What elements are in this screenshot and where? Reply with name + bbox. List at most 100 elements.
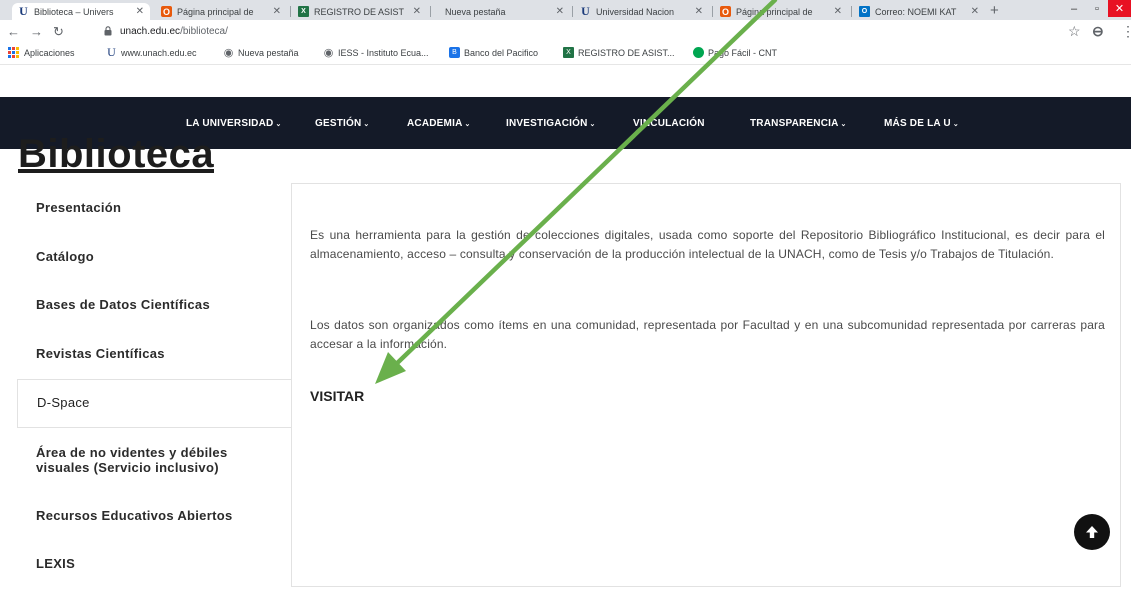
sidebar-item-no-videntes[interactable]: Área de no videntes y débiles visuales (… bbox=[17, 445, 292, 475]
sidebar-item-lexis[interactable]: LEXIS bbox=[17, 556, 292, 571]
chevron-down-icon: ⌄ bbox=[952, 121, 959, 128]
tab-title: Correo: NOEMI KAT bbox=[875, 6, 957, 17]
tab-registro-asistencia[interactable]: X REGISTRO DE ASIST ✕ bbox=[292, 3, 427, 20]
bookmark-star-icon[interactable]: ☆ bbox=[1068, 23, 1081, 40]
nav-transparencia[interactable]: TRANSPARENCIA ⌄ bbox=[750, 118, 847, 129]
sidebar-item-label: Presentación bbox=[36, 200, 122, 215]
apps-icon bbox=[8, 47, 19, 58]
chevron-down-icon: ⌄ bbox=[275, 121, 282, 128]
bookmark-registro[interactable]: X REGISTRO DE ASIST... bbox=[563, 47, 675, 58]
sidebar-item-label: Bases de Datos Científicas bbox=[36, 297, 210, 312]
close-icon[interactable]: ✕ bbox=[971, 6, 979, 17]
tab-separator bbox=[572, 6, 573, 17]
bookmark-banco-pacifico[interactable]: B Banco del Pacifico bbox=[449, 47, 538, 58]
sidebar-item-label: LEXIS bbox=[36, 556, 76, 571]
nav-investigacion[interactable]: INVESTIGACIÓN ⌄ bbox=[506, 118, 596, 129]
tab-separator bbox=[290, 6, 291, 17]
sidebar-item-recursos-educativos[interactable]: Recursos Educativos Abiertos bbox=[17, 508, 292, 523]
sidebar-item-dspace[interactable]: D-Space bbox=[17, 379, 292, 428]
cnt-icon bbox=[693, 47, 704, 58]
bookmark-label: Nueva pestaña bbox=[238, 47, 299, 58]
unach-u-icon: U bbox=[19, 4, 28, 18]
bookmark-label: IESS - Instituto Ecua... bbox=[338, 47, 429, 58]
tab-biblioteca[interactable]: U Biblioteca – Univers ✕ bbox=[12, 3, 150, 20]
sidebar-item-label: Revistas Científicas bbox=[36, 346, 165, 361]
tab-universidad-nacional[interactable]: U Universidad Nacion ✕ bbox=[574, 3, 709, 20]
tab-title: Página principal de bbox=[736, 6, 813, 17]
close-icon[interactable]: ✕ bbox=[556, 6, 564, 17]
new-tab-icon[interactable]: + bbox=[990, 2, 999, 19]
arrow-up-icon bbox=[1086, 526, 1098, 538]
back-arrow-icon[interactable]: ← bbox=[7, 24, 20, 39]
minimize-icon[interactable]: – bbox=[1063, 0, 1085, 17]
sidebar-item-label: D-Space bbox=[37, 395, 90, 410]
bookmark-label: REGISTRO DE ASIST... bbox=[578, 47, 675, 58]
browser-tab-strip: U Biblioteca – Univers ✕ O Página princi… bbox=[0, 0, 1131, 20]
reload-icon[interactable]: ↻ bbox=[53, 24, 64, 40]
bookmark-pago-facil[interactable]: Pago Fácil - CNT bbox=[693, 47, 777, 58]
bookmark-label: Banco del Pacifico bbox=[464, 47, 539, 58]
nav-gestion[interactable]: GESTIÓN ⌄ bbox=[315, 118, 369, 129]
close-icon[interactable]: ✕ bbox=[834, 6, 842, 17]
content-panel: Es una herramienta para la gestión de co… bbox=[291, 183, 1121, 587]
nav-label: VINCULACIÓN bbox=[633, 118, 705, 129]
nav-vinculacion[interactable]: VINCULACIÓN bbox=[633, 118, 705, 129]
bookmark-label: Aplicaciones bbox=[24, 47, 75, 58]
tab-nueva-pestana[interactable]: Nueva pestaña ✕ bbox=[435, 3, 570, 20]
tab-separator bbox=[712, 6, 713, 17]
forward-arrow-icon[interactable]: → bbox=[30, 24, 43, 39]
sidebar-item-label: Recursos Educativos Abiertos bbox=[36, 508, 233, 523]
bookmark-unach[interactable]: U www.unach.edu.ec bbox=[106, 45, 197, 59]
close-icon[interactable]: ✕ bbox=[413, 6, 421, 17]
excel-icon: X bbox=[563, 47, 574, 58]
sidebar-item-label: Catálogo bbox=[36, 249, 95, 264]
tab-pagina-principal-2[interactable]: O Página principal de ✕ bbox=[714, 3, 848, 20]
tab-pagina-principal[interactable]: O Página principal de ✕ bbox=[155, 3, 287, 20]
tab-correo[interactable]: O Correo: NOEMI KAT ✕ bbox=[853, 3, 985, 20]
nav-academia[interactable]: ACADEMIA ⌄ bbox=[407, 118, 471, 129]
unach-u-icon: U bbox=[107, 45, 116, 59]
tab-title: Biblioteca – Univers bbox=[34, 6, 114, 17]
bookmark-aplicaciones[interactable]: Aplicaciones bbox=[8, 47, 75, 58]
window-close-icon[interactable]: ✕ bbox=[1108, 0, 1131, 17]
chevron-down-icon: ⌄ bbox=[363, 121, 370, 128]
chevron-down-icon: ⌄ bbox=[840, 121, 847, 128]
nav-la-universidad[interactable]: LA UNIVERSIDAD ⌄ bbox=[186, 118, 282, 129]
chevron-down-icon: ⌄ bbox=[589, 121, 596, 128]
tab-title: REGISTRO DE ASIST bbox=[314, 6, 405, 17]
url-path: /biblioteca/ bbox=[180, 26, 228, 37]
sidebar-item-revistas[interactable]: Revistas Científicas bbox=[17, 346, 292, 361]
nav-label: MÁS DE LA U bbox=[884, 118, 951, 129]
bookmark-iess[interactable]: ◉ IESS - Instituto Ecua... bbox=[323, 47, 429, 59]
close-icon[interactable]: ✕ bbox=[695, 6, 703, 17]
maximize-icon[interactable]: ▫ bbox=[1086, 0, 1108, 17]
description-paragraph: Es una herramienta para la gestión de co… bbox=[310, 228, 1105, 261]
close-icon[interactable]: ✕ bbox=[273, 6, 281, 17]
office-icon: O bbox=[161, 6, 172, 17]
sidebar-item-label-line2: visuales (Servicio inclusivo) bbox=[36, 460, 219, 475]
lock-icon bbox=[104, 26, 112, 36]
tab-title: Nueva pestaña bbox=[445, 6, 506, 17]
nav-mas-de-la-u[interactable]: MÁS DE LA U ⌄ bbox=[884, 118, 959, 129]
sidebar-item-catalogo[interactable]: Catálogo bbox=[17, 249, 292, 264]
organization-paragraph: Los datos son organizados como ítems en … bbox=[310, 318, 1105, 351]
visitar-link[interactable]: VISITAR bbox=[310, 388, 364, 404]
bookmarks-bar: Aplicaciones U www.unach.edu.ec ◉ Nueva … bbox=[0, 44, 1131, 65]
close-icon[interactable]: ✕ bbox=[136, 6, 144, 17]
tab-title: Página principal de bbox=[177, 6, 254, 17]
sidebar-item-presentacion[interactable]: Presentación bbox=[17, 200, 292, 215]
excel-icon: X bbox=[298, 6, 309, 17]
profile-icon[interactable]: ⊖ bbox=[1092, 23, 1104, 40]
url-input[interactable]: unach.edu.ec/biblioteca/ bbox=[120, 26, 228, 37]
bookmark-nueva-pestana[interactable]: ◉ Nueva pestaña bbox=[223, 47, 299, 59]
bookmark-label: www.unach.edu.ec bbox=[121, 47, 197, 58]
sidebar-item-bases-de-datos[interactable]: Bases de Datos Científicas bbox=[17, 297, 292, 312]
globe-icon: ◉ bbox=[223, 47, 234, 59]
menu-icon[interactable]: ⋮ bbox=[1121, 23, 1131, 40]
bookmark-label: Pago Fácil - CNT bbox=[708, 47, 778, 58]
tab-separator bbox=[851, 6, 852, 17]
office-icon: O bbox=[720, 6, 731, 17]
scroll-to-top-button[interactable] bbox=[1074, 514, 1110, 550]
browser-toolbar: ← → ↻ unach.edu.ec/biblioteca/ ☆ ⊖ ⋮ bbox=[0, 20, 1131, 44]
nav-label: ACADEMIA bbox=[407, 118, 463, 129]
